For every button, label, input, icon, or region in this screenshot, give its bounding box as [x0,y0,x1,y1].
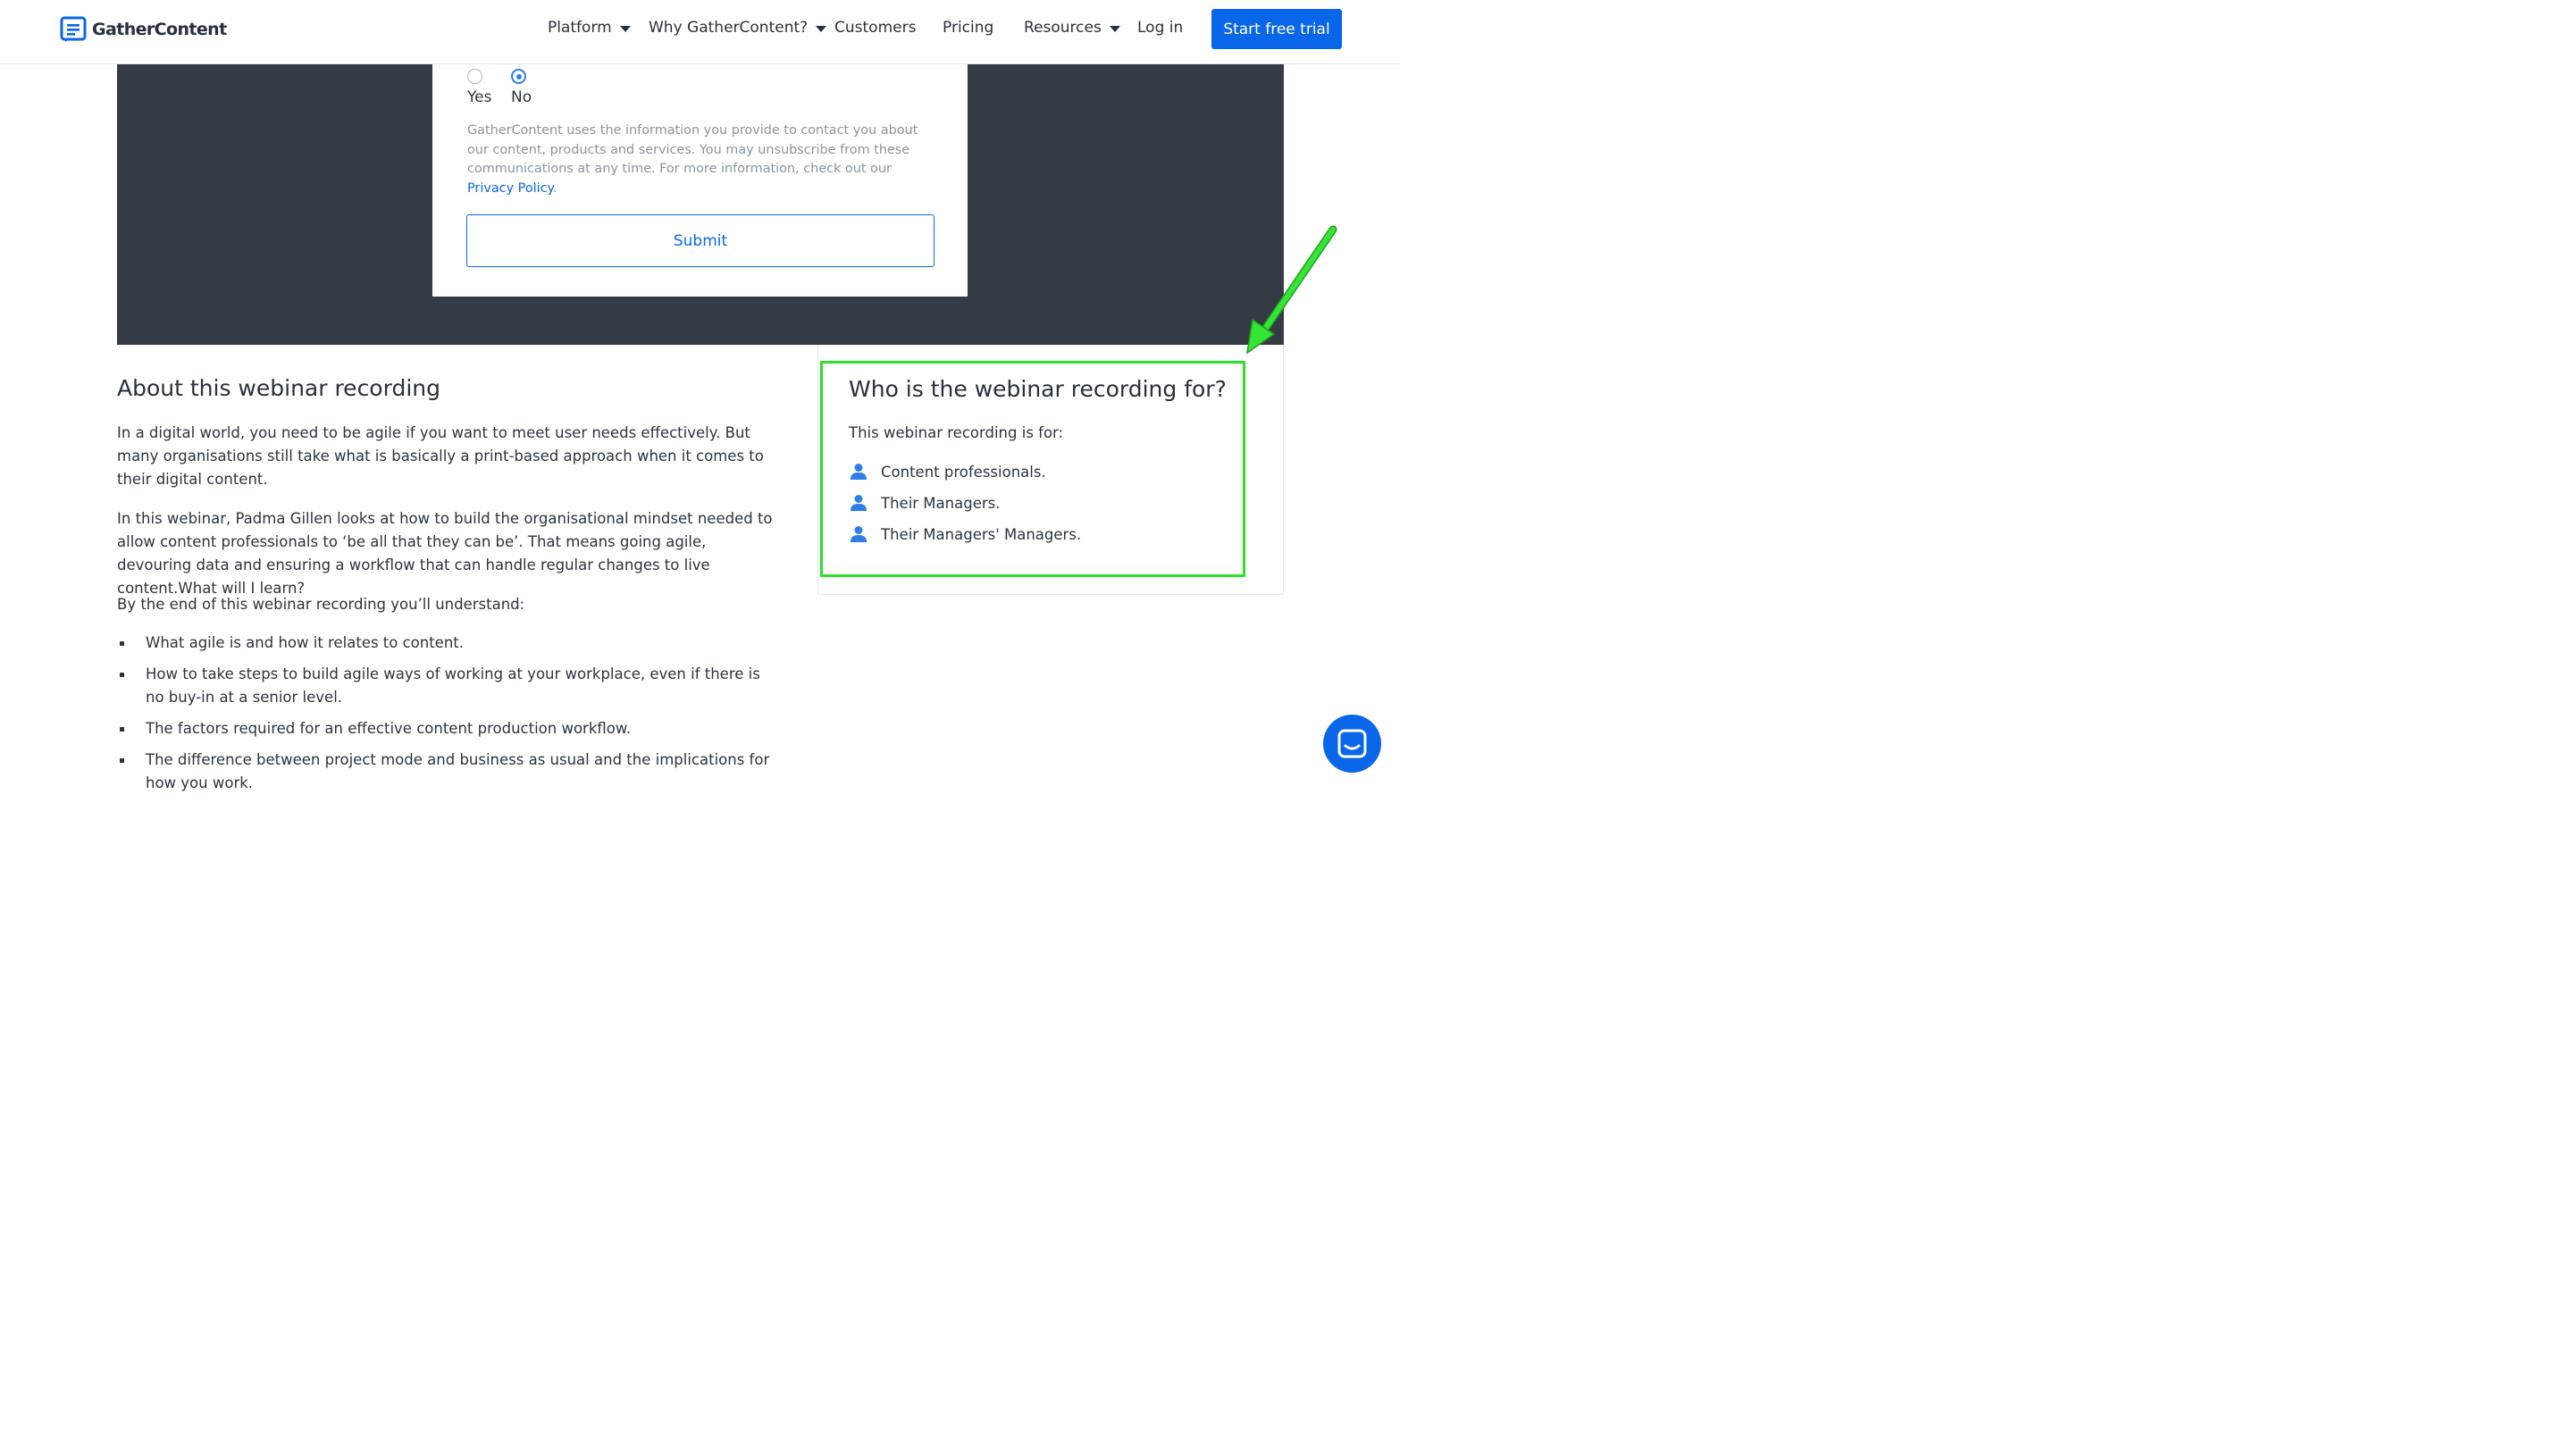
gathercontent-logo-icon [60,16,87,42]
radio-yes-label[interactable]: Yes [467,88,491,106]
user-icon [851,526,867,542]
nav-pricing-label: Pricing [943,19,994,37]
list-item: The difference between project mode and … [117,749,778,795]
about-paragraph-2: In this webinar, Padma Gillen looks at h… [117,510,773,597]
chat-launcher-button[interactable] [1323,715,1381,773]
list-item: The factors required for an effective co… [117,717,778,741]
nav-platform[interactable]: Platform [548,19,631,37]
privacy-disclaimer: GatherContent uses the information you p… [467,121,925,199]
nav-resources[interactable]: Resources [1024,19,1120,37]
list-item: How to take steps to build agile ways of… [117,663,778,709]
start-free-trial-button[interactable]: Start free trial [1211,9,1342,49]
logo[interactable]: GatherContent [60,16,227,43]
audience-item: Their Managers' Managers. [850,525,1081,543]
audience-item: Content professionals. [850,463,1046,481]
about-paragraph-3: By the end of this webinar recording you… [117,596,525,613]
learning-list: What agile is and how it relates to cont… [117,632,778,803]
caret-down-icon [1109,25,1120,32]
submit-button[interactable]: Submit [466,214,934,267]
logo-text: GatherContent [92,20,227,39]
audience-item-label: Their Managers. [881,494,1001,512]
nav-login[interactable]: Log in [1137,19,1183,37]
radio-no-label[interactable]: No [511,88,532,106]
nav-why-gathercontent[interactable]: Why GatherContent? [649,19,827,37]
nav-login-label: Log in [1137,19,1184,37]
nav-customers[interactable]: Customers [834,19,916,37]
radio-yes[interactable] [467,69,482,84]
audience-item-label: Content professionals. [881,463,1046,481]
caret-down-icon [816,25,827,32]
user-icon [851,495,867,511]
user-icon [851,464,867,480]
chat-icon [1337,729,1367,758]
nav-resources-label: Resources [1024,19,1102,37]
list-item: What agile is and how it relates to cont… [117,632,778,655]
audience-item: Their Managers. [850,494,1000,512]
nav-platform-label: Platform [548,19,612,37]
nav-pricing[interactable]: Pricing [943,19,993,37]
nav-customers-label: Customers [834,19,917,37]
annotation-arrow-icon [1245,225,1337,355]
audience-title: Who is the webinar recording for? [849,376,1227,402]
radio-no[interactable] [511,69,526,84]
disclaimer-end: . [553,181,557,197]
audience-subtitle: This webinar recording is for: [849,424,1064,441]
disclaimer-text: GatherContent uses the information you p… [467,123,918,177]
privacy-policy-link[interactable]: Privacy Policy [467,181,553,196]
nav-why-label: Why GatherContent? [649,19,809,37]
site-header: GatherContent Platform Why GatherContent… [0,0,1401,64]
about-paragraph-1: In a digital world, you need to be agile… [117,424,764,488]
about-title: About this webinar recording [117,375,440,401]
audience-item-label: Their Managers' Managers. [881,525,1082,543]
caret-down-icon [619,25,631,32]
